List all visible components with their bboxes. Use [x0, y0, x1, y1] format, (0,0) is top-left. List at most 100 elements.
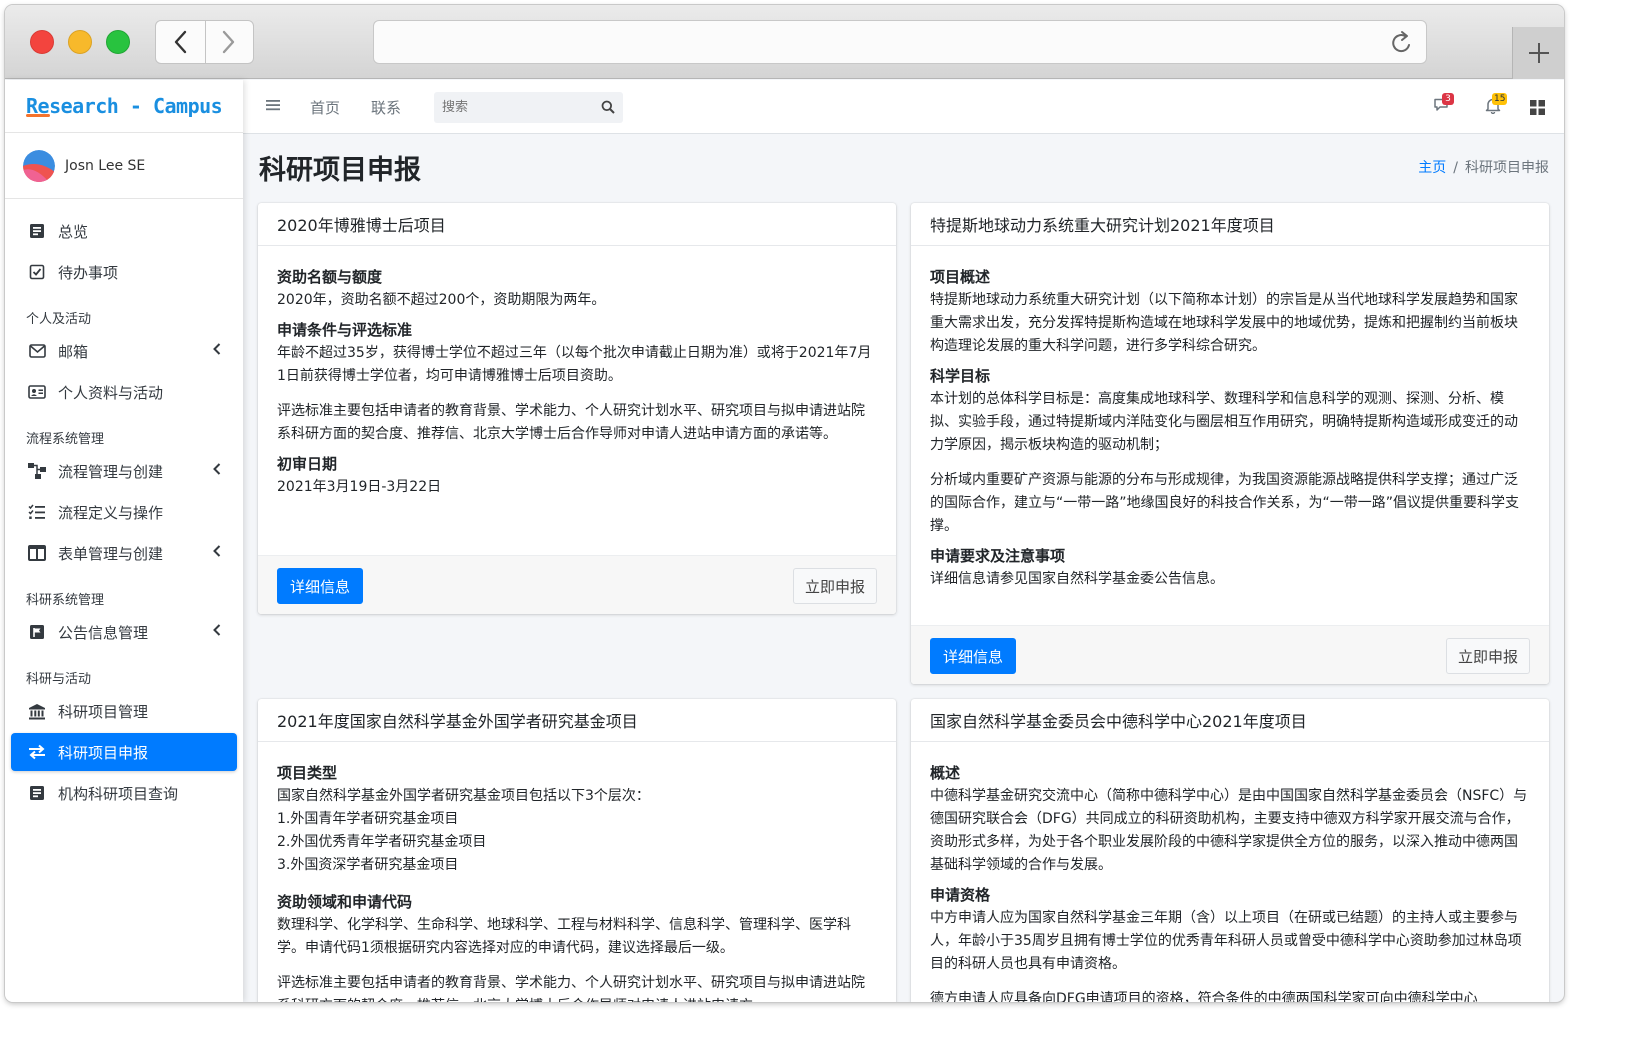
section-text: 中德科学基金研究交流中心（简称中德科学中心）是由中国国家自然科学基金委员会（NS… — [930, 788, 1528, 873]
section-text: 国家自然科学基金外国学者研究基金项目包括以下3个层次： — [277, 788, 650, 804]
section-text: 详细信息请参见国家自然科学基金委公告信息。 — [930, 571, 1224, 587]
sidebar-item-label: 待办事项 — [58, 263, 119, 282]
breadcrumb: 主页 / 科研项目申报 — [1418, 157, 1549, 177]
sidebar-item-label: 表单管理与创建 — [58, 544, 164, 563]
sidebar-item-label: 科研项目管理 — [58, 702, 149, 721]
browser-titlebar — [5, 5, 1564, 79]
sidebar-item-profile[interactable]: 个人资料与活动 — [11, 373, 237, 411]
maximize-window-button[interactable] — [106, 30, 130, 54]
new-tab-button[interactable] — [1512, 27, 1564, 79]
search-icon[interactable] — [601, 100, 615, 114]
menu-header: 科研与活动 — [26, 672, 92, 687]
section-text: 数理科学、化学科学、生命科学、地球科学、工程与材料科学、信息科学、管理科学、医学… — [277, 917, 851, 956]
top-navbar: 首页 联系 3 15 — [243, 80, 1564, 134]
chevron-left-icon — [213, 624, 221, 636]
card-title: 2020年博雅博士后项目 — [258, 203, 896, 246]
project-card: 2021年度国家自然科学基金外国学者研究基金项目 项目类型 国家自然科学基金外国… — [258, 699, 896, 1002]
section-heading: 申请资格 — [930, 886, 991, 904]
card-title: 2021年度国家自然科学基金外国学者研究基金项目 — [258, 699, 896, 742]
avatar — [23, 149, 55, 182]
sitemap-icon — [26, 461, 48, 481]
sidebar-item-mail[interactable]: 邮箱 — [11, 332, 237, 370]
file-text-icon — [26, 221, 48, 241]
sidebar-item-overview[interactable]: 总览 — [11, 212, 237, 250]
apply-now-button[interactable]: 立即申报 — [792, 568, 877, 604]
list-check-icon — [26, 502, 48, 522]
address-bar[interactable] — [373, 20, 1427, 64]
section-text: 评选标准主要包括申请者的教育背景、学术能力、个人研究计划水平、研究项目与拟申请进… — [277, 975, 865, 1002]
menu-header: 流程系统管理 — [26, 432, 105, 447]
user-name: Josn Lee SE — [65, 157, 146, 174]
menu-toggle-icon[interactable] — [265, 98, 281, 112]
envelope-icon — [26, 341, 48, 361]
chevron-left-icon — [213, 343, 221, 355]
sidebar-item-process-management[interactable]: 流程管理与创建 — [11, 452, 237, 490]
sidebar-item-project-management[interactable]: 科研项目管理 — [11, 692, 237, 730]
section-text: 2020年，资助名额不超过200个，资助期限为两年。 — [277, 292, 606, 308]
id-card-icon — [26, 382, 48, 402]
card-body: 项目概述 特提斯地球动力系统重大研究计划（以下简称本计划）的宗旨是从当代地球科学… — [911, 246, 1549, 591]
sidebar: Research - Campus Josn Lee SE 总览 待办事项 个人… — [5, 80, 243, 1002]
file-text-icon — [26, 783, 48, 803]
back-button[interactable] — [156, 21, 205, 63]
user-panel[interactable]: Josn Lee SE — [5, 133, 243, 199]
minimize-window-button[interactable] — [68, 30, 92, 54]
chevron-left-icon — [213, 545, 221, 557]
menu-header: 科研系统管理 — [26, 593, 105, 608]
sidebar-item-institution-query[interactable]: 机构科研项目查询 — [11, 774, 237, 812]
sidebar-item-form-management[interactable]: 表单管理与创建 — [11, 534, 237, 572]
close-window-button[interactable] — [30, 30, 54, 54]
section-text: 2021年3月19日-3月22日 — [277, 479, 442, 495]
card-footer: 详细信息 立即申报 — [911, 625, 1549, 684]
card-body: 资助名额与额度 2020年，资助名额不超过200个，资助期限为两年。 申请条件与… — [258, 246, 896, 499]
section-heading: 资助领域和申请代码 — [277, 893, 413, 911]
project-card: 国家自然科学基金委员会中德科学中心2021年度项目 概述 中德科学基金研究交流中… — [911, 699, 1549, 1002]
breadcrumb-home-link[interactable]: 主页 — [1418, 160, 1446, 176]
sidebar-item-project-application[interactable]: 科研项目申报 — [11, 733, 237, 771]
menu-header: 个人及活动 — [26, 312, 92, 327]
sidebar-item-label: 总览 — [58, 222, 89, 241]
messages-button[interactable]: 3 — [1433, 93, 1454, 117]
nav-contact-link[interactable]: 联系 — [371, 97, 401, 118]
card-body: 项目类型 国家自然科学基金外国学者研究基金项目包括以下3个层次： 1.外国青年学… — [258, 742, 896, 1002]
brand-logo[interactable]: Research - Campus — [5, 80, 243, 133]
breadcrumb-current: 科研项目申报 — [1465, 160, 1549, 176]
card-body: 概述 中德科学基金研究交流中心（简称中德科学中心）是由中国国家自然科学基金委员会… — [911, 742, 1549, 1002]
content-header: 科研项目申报 主页 / 科研项目申报 — [243, 135, 1564, 201]
forward-button[interactable] — [204, 21, 254, 63]
chevron-left-icon — [213, 463, 221, 475]
project-card: 特提斯地球动力系统重大研究计划2021年度项目 项目概述 特提斯地球动力系统重大… — [911, 203, 1549, 684]
history-nav — [155, 20, 254, 64]
search-input[interactable] — [434, 92, 584, 123]
sidebar-item-announcement[interactable]: 公告信息管理 — [11, 613, 237, 651]
apply-now-button[interactable]: 立即申报 — [1445, 638, 1530, 674]
exchange-icon — [26, 742, 48, 762]
sidebar-item-todo[interactable]: 待办事项 — [11, 253, 237, 291]
reload-icon[interactable] — [1390, 30, 1414, 56]
messages-badge: 3 — [1442, 93, 1454, 105]
detail-info-button[interactable]: 详细信息 — [277, 568, 364, 604]
section-heading: 项目类型 — [277, 764, 338, 782]
section-text: 特提斯地球动力系统重大研究计划（以下简称本计划）的宗旨是从当代地球科学发展趋势和… — [930, 292, 1518, 354]
search-box — [434, 92, 623, 123]
check-square-icon — [26, 262, 48, 282]
nav-home-link[interactable]: 首页 — [310, 97, 340, 118]
section-heading: 初审日期 — [277, 455, 338, 473]
sidebar-item-label: 流程管理与创建 — [58, 462, 164, 481]
section-heading: 科学目标 — [930, 367, 991, 385]
detail-info-button[interactable]: 详细信息 — [930, 638, 1017, 674]
section-text: 中方申请人应为国家自然科学基金三年期（含）以上项目（在研或已结题）的主持人或主要… — [930, 910, 1522, 972]
sidebar-item-label: 公告信息管理 — [58, 623, 149, 642]
apps-button[interactable] — [1530, 100, 1545, 119]
sidebar-item-label: 科研项目申报 — [58, 743, 149, 762]
section-heading: 申请条件与评选标准 — [277, 321, 413, 339]
sidebar-item-process-definition[interactable]: 流程定义与操作 — [11, 493, 237, 531]
section-text: 1.外国青年学者研究基金项目 — [277, 811, 459, 827]
card-footer: 详细信息 立即申报 — [258, 555, 896, 614]
notifications-button[interactable]: 15 — [1485, 93, 1508, 118]
browser-window: Research - Campus Josn Lee SE 总览 待办事项 个人… — [5, 5, 1564, 1002]
section-text: 德方申请人应具备向DFG申请项目的资格，符合条件的中德两国科学家可向中德科学中心 — [930, 991, 1478, 1002]
grid-icon — [1530, 100, 1545, 115]
section-text: 年龄不超过35岁，获得博士学位不超过三年（以每个批次申请截止日期为准）或将于20… — [277, 345, 872, 384]
page-title: 科研项目申报 — [259, 155, 421, 186]
